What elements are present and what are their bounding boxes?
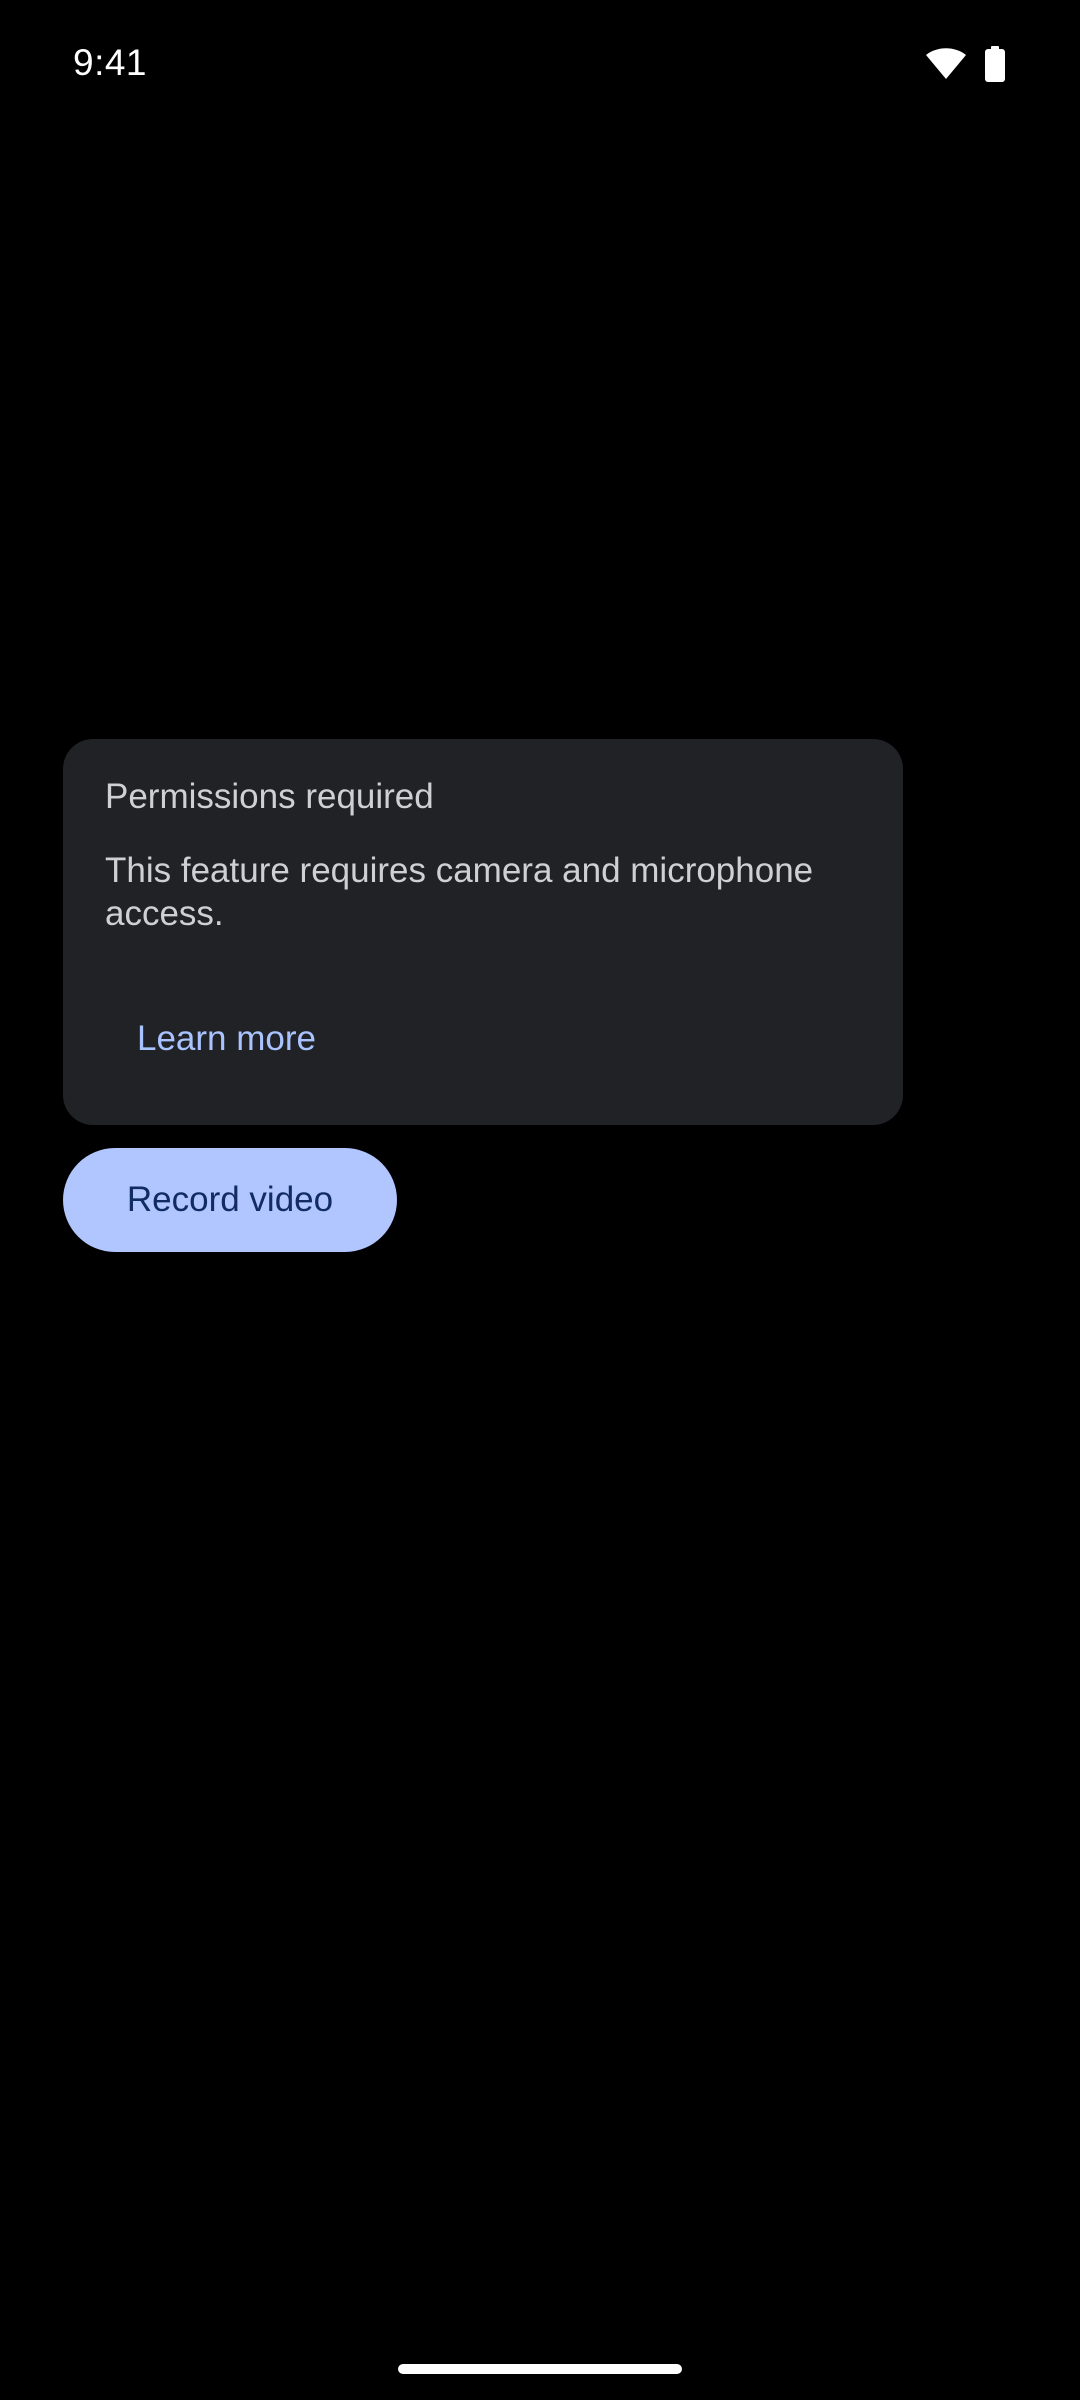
permissions-card: Permissions required This feature requir… [63,739,903,1125]
card-message: This feature requires camera and microph… [105,851,814,933]
record-video-button[interactable]: Record video [63,1148,397,1252]
record-video-label: Record video [126,1180,334,1219]
battery-icon [984,46,1006,82]
home-indicator[interactable] [398,2364,682,2374]
status-time: 9:41 [73,42,148,83]
status-icons [926,46,1006,82]
card-title: Permissions required [105,777,434,816]
status-bar: 9:41 [0,0,1080,130]
learn-more-link[interactable]: Learn more [137,1019,316,1059]
wifi-icon [926,48,966,80]
